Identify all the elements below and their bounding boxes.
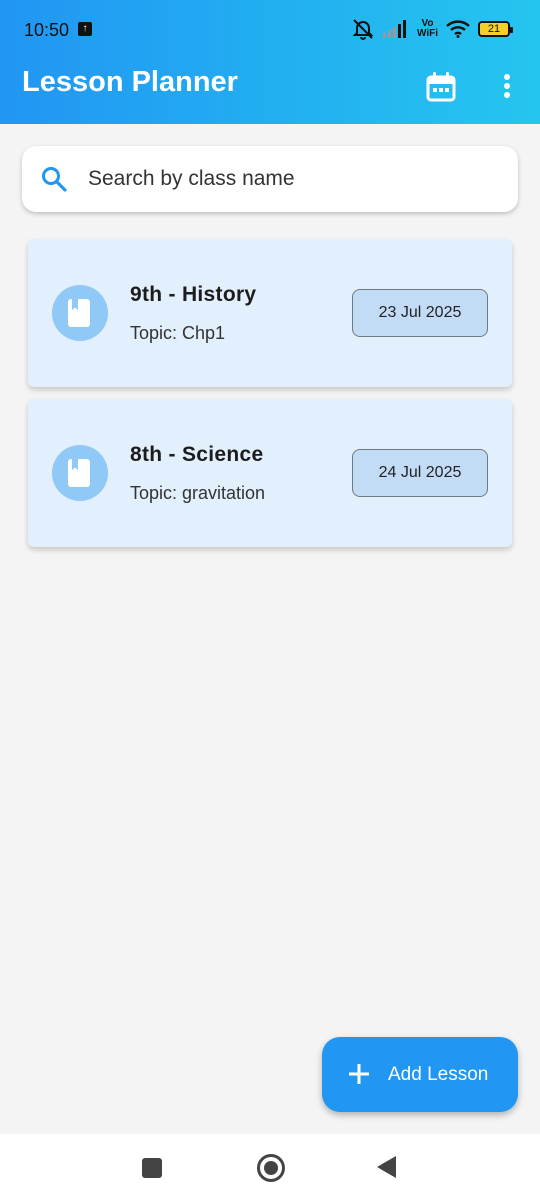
more-vert-icon: [504, 74, 510, 98]
calendar-icon: [426, 72, 456, 102]
more-options-button[interactable]: [494, 70, 520, 104]
lesson-title: 8th - Science: [130, 443, 264, 466]
search-input[interactable]: [88, 146, 498, 212]
vowifi-label-bottom: WiFi: [416, 28, 438, 39]
upload-notification-icon: ↑: [78, 22, 92, 36]
battery-icon: 21: [478, 21, 513, 37]
lesson-card[interactable]: 9th - History Topic: Chp1 23 Jul 2025: [28, 239, 512, 387]
signal-icon: [382, 20, 406, 38]
add-lesson-button[interactable]: Add Lesson: [322, 1037, 518, 1112]
status-bar: 10:50 ↑ Vo WiFi 21: [0, 0, 540, 60]
plus-icon: [349, 1064, 369, 1084]
lesson-topic: Topic: Chp1: [130, 323, 226, 343]
app-title: Lesson Planner: [22, 66, 238, 98]
back-icon[interactable]: [377, 1156, 396, 1178]
recents-icon[interactable]: [142, 1158, 162, 1178]
search-bar[interactable]: [22, 146, 518, 212]
status-time: 10:50: [24, 20, 70, 40]
app-bar: 10:50 ↑ Vo WiFi 21 Lesson Planner: [0, 0, 540, 124]
book-icon: [68, 459, 90, 487]
bell-off-icon: [352, 19, 374, 40]
system-nav-bar: [0, 1134, 540, 1200]
lesson-avatar: [52, 445, 108, 501]
status-icons: Vo WiFi 21: [351, 18, 513, 40]
search-icon: [42, 167, 67, 192]
lesson-date-chip[interactable]: 24 Jul 2025: [352, 449, 488, 497]
book-icon: [68, 299, 90, 327]
calendar-button[interactable]: [424, 70, 458, 104]
lesson-topic: Topic: gravitation: [130, 483, 266, 503]
lesson-date-chip[interactable]: 23 Jul 2025: [352, 289, 488, 337]
home-icon[interactable]: [257, 1154, 285, 1182]
wifi-icon: [446, 20, 470, 38]
vowifi-icon: Vo WiFi: [417, 19, 438, 39]
add-lesson-label: Add Lesson: [388, 1064, 489, 1085]
lesson-title: 9th - History: [130, 283, 257, 306]
lesson-avatar: [52, 285, 108, 341]
lesson-card[interactable]: 8th - Science Topic: gravitation 24 Jul …: [28, 399, 512, 547]
